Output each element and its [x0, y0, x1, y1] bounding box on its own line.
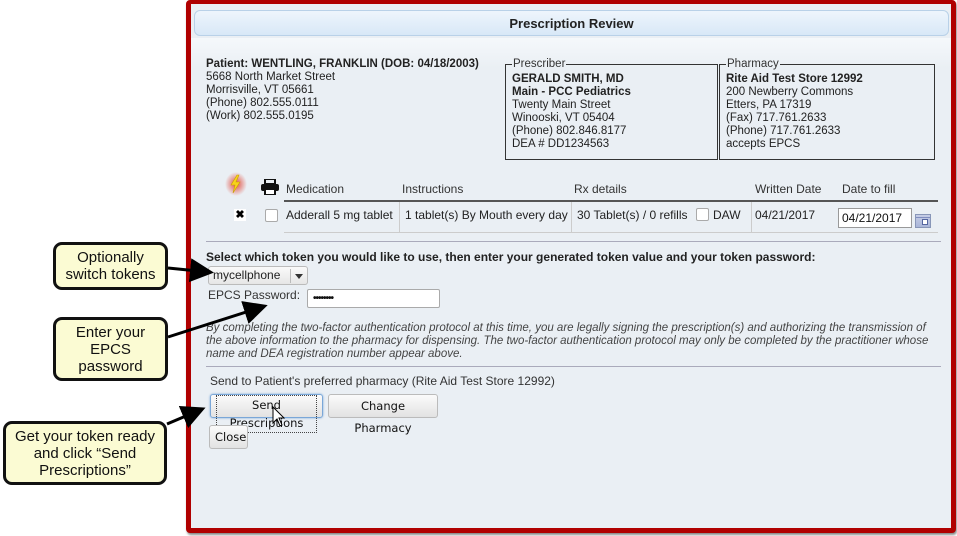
header-rx-details: Rx details	[574, 182, 627, 196]
legal-notice: By completing the two-factor authenticat…	[206, 322, 929, 360]
pharmacy-epcs: accepts EPCS	[726, 138, 801, 150]
change-pharmacy-button[interactable]: Change Pharmacy	[328, 394, 438, 435]
patient-name: Patient: WENTLING, FRANKLIN (DOB: 04/18/…	[206, 58, 479, 70]
printer-icon	[261, 179, 279, 195]
section-divider	[206, 366, 941, 367]
prescription-review-dialog: Prescription Review Patient: WENTLING, F…	[186, 0, 956, 533]
prescriber-phone: (Phone) 802.846.8177	[512, 125, 627, 137]
written-date-cell: 04/21/2017	[755, 208, 816, 222]
send-to-pharmacy-text: Send to Patient's preferred pharmacy (Ri…	[210, 374, 555, 388]
mouse-cursor-icon	[272, 406, 286, 427]
pharmacy-phone: (Phone) 717.761.2633	[726, 125, 841, 137]
prescriber-address2: Winooski, VT 05404	[512, 112, 615, 124]
header-written-date: Written Date	[755, 182, 822, 196]
epcs-password-input[interactable]: ••••••••	[307, 289, 440, 308]
rx-details-cell: 30 Tablet(s) / 0 refills	[577, 208, 688, 222]
chevron-down-icon	[295, 274, 303, 279]
controlled-marker-icon[interactable]: ✖	[234, 209, 246, 221]
prescriber-name: GERALD SMITH, MD	[512, 73, 624, 85]
send-prescriptions-button[interactable]: Send Prescriptions	[210, 394, 323, 433]
prescriber-practice: Main - PCC Pediatrics	[512, 86, 631, 98]
pharmacy-address1: 200 Newberry Commons	[726, 86, 854, 98]
prescriber-dea: DEA # DD1234563	[512, 138, 610, 150]
pharmacy-address2: Etters, PA 17319	[726, 99, 812, 111]
prescriber-box: Prescriber GERALD SMITH, MD Main - PCC P…	[505, 58, 718, 160]
prescriber-address1: Twenty Main Street	[512, 99, 611, 111]
row-divider	[284, 232, 938, 233]
token-instruction: Select which token you would like to use…	[206, 250, 816, 264]
token-select[interactable]: mycellphone	[208, 266, 308, 285]
prescriber-legend: Prescriber	[513, 58, 566, 70]
patient-info: Patient: WENTLING, FRANKLIN (DOB: 04/18/…	[206, 58, 479, 123]
pharmacy-legend: Pharmacy	[727, 58, 779, 70]
patient-address1: 5668 North Market Street	[206, 71, 336, 83]
instructions-cell: 1 tablet(s) By Mouth every day	[405, 208, 568, 222]
header-medication: Medication	[286, 182, 345, 196]
medication-cell: Adderall 5 mg tablet	[286, 208, 393, 222]
date-to-fill-input[interactable]: 04/21/2017	[838, 208, 912, 228]
patient-address2: Morrisville, VT 05661	[206, 84, 314, 96]
lightning-icon	[225, 172, 247, 196]
section-divider	[206, 241, 941, 242]
header-date-to-fill: Date to fill	[842, 182, 896, 196]
patient-phone: (Phone) 802.555.0111	[206, 97, 319, 109]
header-divider	[284, 200, 938, 202]
daw-checkbox[interactable]	[696, 208, 709, 221]
pharmacy-box: Pharmacy Rite Aid Test Store 12992 200 N…	[719, 58, 935, 160]
epcs-password-label: EPCS Password:	[208, 288, 301, 302]
token-select-value: mycellphone	[213, 268, 281, 282]
daw-label: DAW	[713, 208, 741, 222]
callout-get-token: Get your token ready and click “Send Pre…	[3, 421, 167, 485]
patient-work-phone: (Work) 802.555.0195	[206, 110, 314, 122]
print-checkbox[interactable]	[265, 209, 278, 222]
close-button[interactable]: Close	[209, 425, 248, 449]
dialog-title: Prescription Review	[194, 10, 949, 36]
pharmacy-fax: (Fax) 717.761.2633	[726, 112, 827, 124]
callout-switch-tokens: Optionally switch tokens	[53, 242, 168, 290]
callout-enter-password: Enter your EPCS password	[53, 317, 168, 381]
pharmacy-name: Rite Aid Test Store 12992	[726, 73, 863, 85]
header-instructions: Instructions	[402, 182, 464, 196]
calendar-icon[interactable]	[915, 214, 931, 228]
